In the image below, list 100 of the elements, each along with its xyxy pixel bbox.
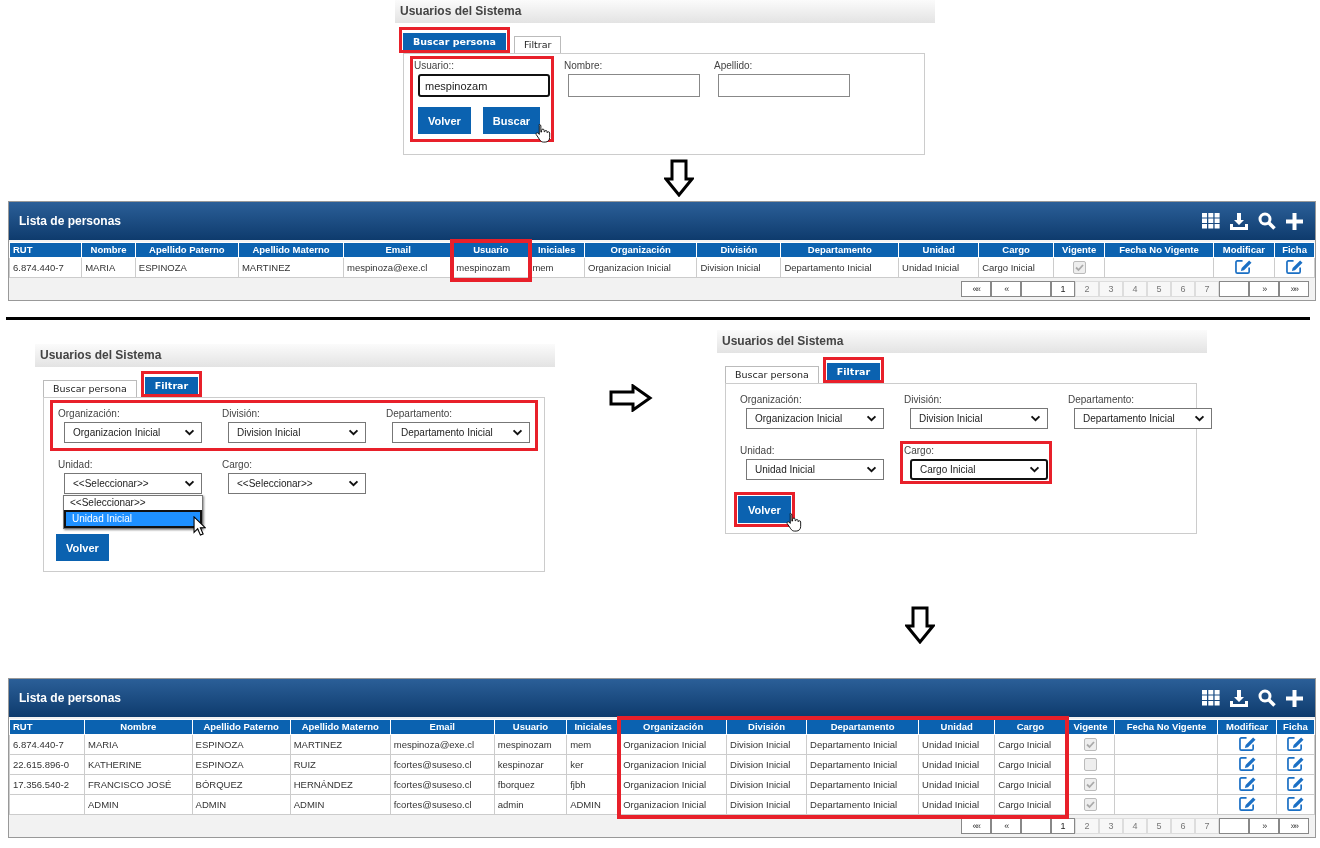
page-button[interactable]: 6 — [1171, 818, 1195, 834]
chevron-down-icon — [348, 429, 359, 436]
table-cell: 22.615.896-0 — [9, 754, 85, 775]
table-cell: Departamento Inicial — [806, 734, 919, 755]
page-button[interactable]: 3 — [1099, 281, 1123, 297]
grid-icon[interactable] — [1202, 213, 1220, 229]
plus-icon[interactable] — [1286, 212, 1303, 230]
page-button[interactable]: 7 — [1195, 818, 1219, 834]
action-button[interactable]: Volver — [418, 107, 471, 134]
column-header: Iniciales — [566, 719, 620, 735]
text-field[interactable]: mespinozam — [418, 74, 550, 97]
tab[interactable]: Filtrar — [514, 36, 562, 53]
table-cell: Departamento Inicial — [806, 774, 919, 795]
table-title: Lista de personas — [19, 214, 122, 228]
search-icon[interactable] — [1258, 212, 1276, 230]
download-icon[interactable] — [1230, 212, 1248, 230]
table-cell: mespinozam — [494, 734, 567, 755]
page-button[interactable]: 2 — [1075, 818, 1099, 834]
pager-button[interactable]: »» — [1279, 818, 1309, 834]
plus-icon[interactable] — [1286, 689, 1303, 707]
table-cell: Unidad Inicial — [918, 794, 995, 815]
dropdown-option[interactable]: <<Seleccionar>> — [64, 496, 202, 510]
edit-icon[interactable] — [1285, 258, 1305, 275]
field-label: Unidad: — [58, 459, 94, 471]
panel-title: Usuarios del Sistema — [400, 4, 522, 19]
search-icon[interactable] — [1258, 689, 1276, 707]
table-cell: fcortes@suseso.cl — [390, 794, 495, 815]
text-field[interactable] — [718, 74, 850, 97]
text-field[interactable] — [568, 74, 700, 97]
page-button[interactable]: 2 — [1075, 281, 1099, 297]
right-arrow-icon — [609, 384, 653, 412]
page-button[interactable]: 4 — [1123, 818, 1147, 834]
table-cell: Unidad Inicial — [918, 734, 995, 755]
tab[interactable]: Buscar persona — [725, 366, 819, 383]
field-label: Organización: — [58, 408, 121, 420]
pager-button[interactable]: » — [1249, 818, 1279, 834]
page-button[interactable]: 6 — [1171, 281, 1195, 297]
page-button[interactable]: 1 — [1051, 818, 1075, 834]
edit-icon[interactable] — [1234, 258, 1254, 275]
dropdown[interactable]: Organizacion Inicial — [746, 408, 884, 429]
pager-button[interactable]: » — [1249, 281, 1279, 297]
page-button[interactable]: 5 — [1147, 281, 1171, 297]
download-icon[interactable] — [1230, 689, 1248, 707]
dropdown[interactable]: Organizacion Inicial — [64, 422, 202, 443]
edit-icon[interactable] — [1237, 775, 1257, 792]
chevron-down-icon — [1029, 466, 1040, 473]
column-header: Unidad — [898, 242, 979, 258]
edit-icon[interactable] — [1286, 775, 1305, 792]
table-cell: mespinoza@exe.cl — [390, 734, 495, 755]
edit-icon[interactable] — [1286, 795, 1305, 812]
chevron-down-icon — [866, 466, 877, 473]
column-header: Ficha — [1274, 242, 1315, 258]
field-label: División: — [904, 394, 943, 406]
table-cell: 17.356.540-2 — [9, 774, 85, 795]
dropdown[interactable]: Division Inicial — [910, 408, 1048, 429]
table-cell: ESPINOZA — [192, 734, 291, 755]
chevron-down-icon — [184, 429, 195, 436]
grid-icon[interactable] — [1202, 690, 1220, 706]
page-button[interactable]: 5 — [1147, 818, 1171, 834]
edit-icon[interactable] — [1286, 755, 1305, 772]
pager-slot — [1219, 818, 1249, 834]
dropdown[interactable]: Division Inicial — [228, 422, 366, 443]
table-cell: Organizacion Inicial — [619, 754, 727, 775]
edit-icon[interactable] — [1286, 735, 1305, 752]
page-button[interactable]: 3 — [1099, 818, 1123, 834]
tab[interactable]: Buscar persona — [403, 33, 506, 50]
down-arrow-icon — [664, 159, 694, 197]
table-cell: 6.874.440-7 — [9, 257, 82, 278]
page-button[interactable]: 7 — [1195, 281, 1219, 297]
field-label: Apellido: — [714, 60, 754, 72]
tab[interactable]: Filtrar — [826, 363, 881, 380]
dropdown[interactable]: Departamento Inicial — [392, 422, 530, 443]
column-header: Fecha No Vigente — [1104, 242, 1214, 258]
field-label: Departamento: — [1068, 394, 1136, 406]
page-button[interactable]: 4 — [1123, 281, 1147, 297]
tab[interactable]: Buscar persona — [43, 380, 137, 397]
table-cell: Organizacion Inicial — [619, 774, 727, 795]
dropdown[interactable]: Departamento Inicial — [1074, 408, 1212, 429]
field-label: Departamento: — [386, 408, 454, 420]
table-cell: Departamento Inicial — [806, 794, 919, 815]
tab[interactable]: Filtrar — [144, 377, 199, 394]
dropdown[interactable]: Cargo Inicial — [910, 459, 1048, 480]
pager-button[interactable]: « — [991, 281, 1021, 297]
dropdown[interactable]: Unidad Inicial — [746, 459, 884, 480]
table-cell: MARIA — [81, 257, 136, 278]
table-cell: Organizacion Inicial — [584, 257, 697, 278]
table-cell: ADMIN — [84, 794, 193, 815]
table-cell: Departamento Inicial — [780, 257, 899, 278]
edit-icon[interactable] — [1237, 795, 1257, 812]
pager-button[interactable]: «« — [961, 281, 991, 297]
volver-button[interactable]: Volver — [56, 534, 109, 561]
page-button[interactable]: 1 — [1051, 281, 1075, 297]
edit-icon[interactable] — [1237, 755, 1257, 772]
dropdown[interactable]: <<Seleccionar>> — [228, 473, 366, 494]
table-cell: Division Inicial — [726, 794, 807, 815]
pager-button[interactable]: »» — [1279, 281, 1309, 297]
table-cell: FRANCISCO JOSÉ — [84, 774, 193, 795]
dropdown[interactable]: <<Seleccionar>> — [64, 473, 202, 494]
edit-icon[interactable] — [1237, 735, 1257, 752]
column-header: Apellido Materno — [290, 719, 391, 735]
